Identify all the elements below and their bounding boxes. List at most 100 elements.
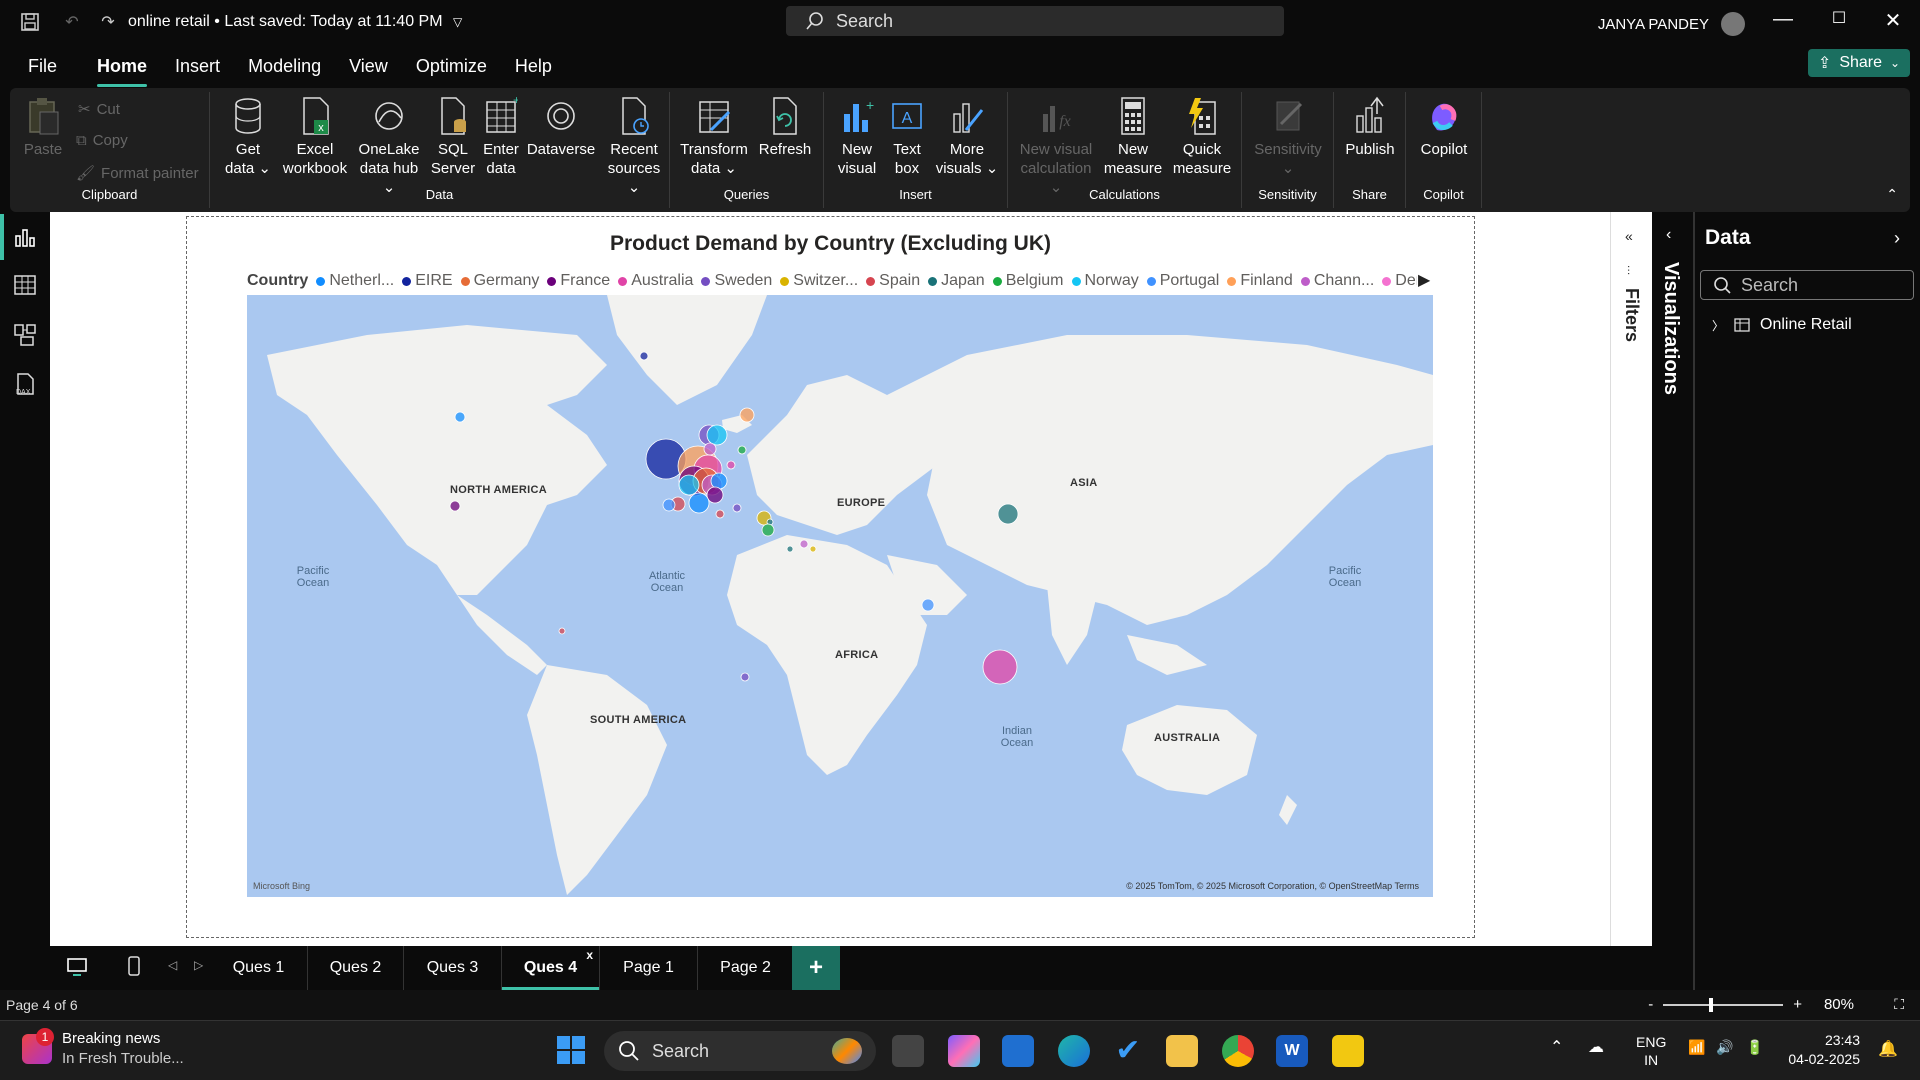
- text-box-button[interactable]: A Text box: [884, 96, 930, 178]
- close-button[interactable]: ✕: [1878, 8, 1908, 33]
- map-bubble[interactable]: [662, 498, 676, 512]
- user-account[interactable]: JANYA PANDEY: [1598, 12, 1745, 36]
- zoom-in-icon[interactable]: +: [1793, 996, 1802, 1013]
- table-node-online-retail[interactable]: 〉 Online Retail: [1712, 316, 1852, 334]
- page-tab-page-1[interactable]: Page 1: [600, 946, 698, 990]
- dataverse-button[interactable]: Dataverse: [526, 96, 596, 159]
- onelake-data-hub-button[interactable]: OneLake data hub ⌄: [352, 96, 426, 197]
- expand-visualizations-icon[interactable]: ‹: [1666, 226, 1671, 244]
- map-bubble[interactable]: [639, 351, 649, 361]
- volume-icon[interactable]: 🔊: [1716, 1039, 1733, 1056]
- recent-sources-button[interactable]: Recent sources ⌄: [602, 96, 666, 197]
- more-visuals-button[interactable]: More visuals ⌄: [932, 96, 1002, 178]
- map-bubble[interactable]: [715, 509, 725, 519]
- sql-server-button[interactable]: SQL Server: [430, 96, 476, 178]
- map-copyright[interactable]: © 2025 TomTom, © 2025 Microsoft Corporat…: [1126, 881, 1419, 891]
- map-bubble[interactable]: [732, 503, 742, 513]
- map-bubble[interactable]: [688, 492, 710, 514]
- microsoft-store-icon[interactable]: [1002, 1035, 1034, 1067]
- task-view-icon[interactable]: [892, 1035, 924, 1067]
- map-bubble[interactable]: [739, 407, 755, 423]
- minimize-button[interactable]: —: [1768, 8, 1798, 31]
- edge-icon[interactable]: [1058, 1035, 1090, 1067]
- save-icon[interactable]: [18, 10, 42, 34]
- map-bubble[interactable]: [706, 424, 728, 446]
- chevron-down-icon[interactable]: ▽: [453, 15, 462, 29]
- page-tab-ques-2[interactable]: Ques 2: [308, 946, 404, 990]
- zoom-out-icon[interactable]: -: [1648, 996, 1653, 1013]
- get-data-button[interactable]: Get data ⌄: [222, 96, 274, 178]
- menu-modeling[interactable]: Modeling: [248, 50, 321, 83]
- legend-item[interactable]: Denm...: [1382, 272, 1417, 290]
- map-bubble[interactable]: [706, 486, 724, 504]
- data-search-input[interactable]: Search: [1700, 270, 1914, 300]
- news-widget[interactable]: 1 Breaking news In Fresh Trouble...: [22, 1028, 184, 1069]
- share-button[interactable]: ⇪ Share ⌄: [1808, 49, 1910, 77]
- legend-item[interactable]: France: [547, 272, 610, 290]
- menu-view[interactable]: View: [349, 50, 388, 83]
- legend-item[interactable]: Spain: [866, 272, 920, 290]
- new-visual-button[interactable]: + New visual: [832, 96, 882, 178]
- map-bubble[interactable]: [703, 442, 717, 456]
- fit-to-page-icon[interactable]: ⛶: [1894, 996, 1904, 1013]
- legend-item[interactable]: Norway: [1071, 272, 1139, 290]
- expand-filters-icon[interactable]: «: [1625, 228, 1633, 244]
- map-bubble[interactable]: [921, 598, 935, 612]
- start-icon[interactable]: [556, 1035, 586, 1070]
- report-view-icon[interactable]: [12, 224, 38, 250]
- menu-insert[interactable]: Insert: [175, 50, 220, 83]
- maximize-button[interactable]: ☐: [1824, 8, 1854, 28]
- copilot-app-icon[interactable]: [948, 1035, 980, 1067]
- publish-button[interactable]: Publish: [1340, 96, 1400, 159]
- zoom-control[interactable]: - + 80%: [1648, 996, 1854, 1013]
- legend-next-icon[interactable]: ▶: [1418, 270, 1430, 290]
- new-measure-button[interactable]: New measure: [1102, 96, 1164, 178]
- filters-pane-title[interactable]: Filters: [1621, 288, 1642, 342]
- copy-button[interactable]: ⧉ Copy: [76, 132, 128, 149]
- legend-item[interactable]: Belgium: [992, 272, 1064, 290]
- chevron-right-icon[interactable]: 〉: [1712, 317, 1724, 334]
- page-tab-ques-1[interactable]: Ques 1: [210, 946, 308, 990]
- page-tab-ques-3[interactable]: Ques 3: [404, 946, 502, 990]
- show-hidden-icons-icon[interactable]: ⌃: [1550, 1037, 1563, 1057]
- map-bubble[interactable]: [997, 503, 1019, 525]
- excel-workbook-button[interactable]: x Excel workbook: [280, 96, 350, 178]
- map-bubble[interactable]: [678, 474, 700, 496]
- add-page-button[interactable]: +: [792, 946, 840, 990]
- legend-item[interactable]: Netherl...: [316, 272, 394, 290]
- undo-icon[interactable]: ↶: [60, 10, 84, 34]
- dax-query-view-icon[interactable]: DAX: [12, 372, 38, 398]
- zoom-slider[interactable]: [1663, 997, 1784, 1012]
- map-bubble[interactable]: [449, 500, 461, 512]
- zoom-thumb[interactable]: [1709, 997, 1714, 1012]
- avatar[interactable]: [1721, 12, 1745, 36]
- map-bubble[interactable]: [454, 411, 466, 423]
- power-bi-icon[interactable]: [1332, 1035, 1364, 1067]
- legend-item[interactable]: Chann...: [1300, 272, 1374, 290]
- word-icon[interactable]: W: [1276, 1035, 1308, 1067]
- close-tab-icon[interactable]: x: [586, 948, 593, 962]
- legend-item[interactable]: Australia: [618, 272, 693, 290]
- sensitivity-button[interactable]: Sensitivity ⌄: [1248, 96, 1328, 178]
- desktop-layout-icon[interactable]: [66, 956, 88, 983]
- todo-icon[interactable]: ✔: [1112, 1035, 1144, 1067]
- legend-item[interactable]: Switzer...: [780, 272, 858, 290]
- redo-icon[interactable]: ↷: [96, 10, 120, 34]
- table-view-icon[interactable]: [12, 272, 38, 298]
- menu-file[interactable]: File: [28, 50, 57, 83]
- onedrive-icon[interactable]: ☁: [1588, 1037, 1604, 1057]
- legend-item[interactable]: EIRE: [402, 272, 453, 290]
- map-bubble[interactable]: [799, 539, 809, 549]
- paste-button[interactable]: Paste: [16, 96, 70, 159]
- page-tab-ques-4[interactable]: Ques 4 x: [502, 946, 600, 990]
- map-bubble[interactable]: [737, 445, 747, 455]
- taskbar-search[interactable]: Search: [604, 1031, 876, 1071]
- format-painter-button[interactable]: 🖌 Format painter: [76, 164, 199, 183]
- enter-data-button[interactable]: + Enter data: [478, 96, 524, 178]
- menu-home[interactable]: Home: [97, 50, 148, 87]
- legend-item[interactable]: Portugal: [1146, 272, 1219, 290]
- chrome-icon[interactable]: [1222, 1035, 1254, 1067]
- map-bubble[interactable]: [726, 460, 736, 470]
- file-explorer-icon[interactable]: [1166, 1035, 1198, 1067]
- map-bubble[interactable]: [786, 545, 794, 553]
